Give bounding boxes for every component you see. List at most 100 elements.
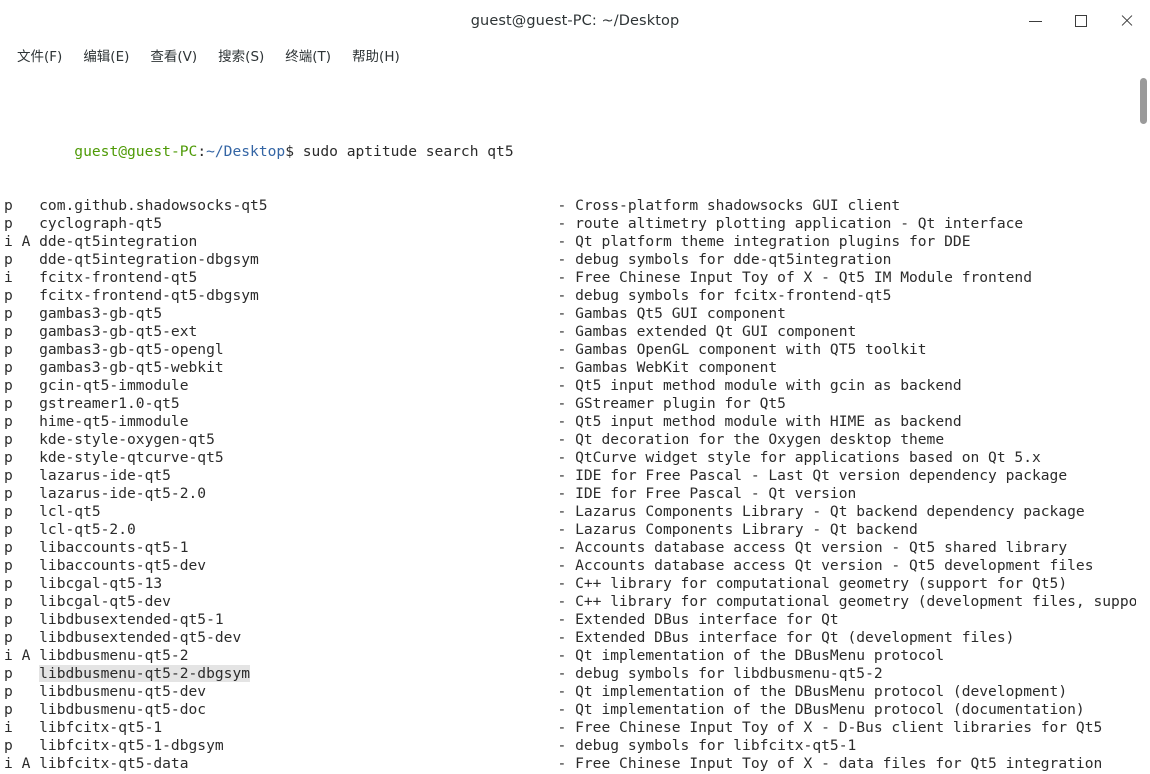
- package-row: p libcgal-qt5-dev - C++ library for comp…: [4, 593, 1150, 611]
- package-name-cell: p libdbusmenu-qt5-2-dbgsym: [4, 665, 558, 682]
- package-row: p gambas3-gb-qt5 - Gambas Qt5 GUI compon…: [4, 305, 1150, 323]
- package-name-cell: p libcgal-qt5-dev: [4, 593, 558, 610]
- package-row: p lcl-qt5 - Lazarus Components Library -…: [4, 503, 1150, 521]
- package-description-cell: - Lazarus Components Library - Qt backen…: [557, 503, 1085, 520]
- package-row: i A dde-qt5integration - Qt platform the…: [4, 233, 1150, 251]
- package-description-cell: - Free Chinese Input Toy of X - D-Bus cl…: [557, 719, 1103, 736]
- package-name-cell: i A dde-qt5integration: [4, 233, 558, 250]
- terminal-output[interactable]: guest@guest-PC:~/Desktop$ sudo aptitude …: [0, 68, 1150, 774]
- package-name-cell: p lazarus-ide-qt5-2.0: [4, 485, 558, 502]
- package-row: p libaccounts-qt5-1 - Accounts database …: [4, 539, 1150, 557]
- package-description-cell: - Extended DBus interface for Qt (develo…: [557, 629, 1015, 646]
- package-description-cell: - Gambas Qt5 GUI component: [557, 305, 786, 322]
- package-name-cell: p dde-qt5integration-dbgsym: [4, 251, 558, 268]
- package-description-cell: - Qt implementation of the DBusMenu prot…: [557, 683, 1068, 700]
- menu-item-edit[interactable]: 编辑(E): [74, 43, 138, 68]
- scrollbar-thumb[interactable]: [1140, 78, 1147, 124]
- package-name-cell: p libdbusextended-qt5-1: [4, 611, 558, 628]
- prompt-path: ~/Desktop: [206, 143, 286, 160]
- package-row: p lazarus-ide-qt5-2.0 - IDE for Free Pas…: [4, 485, 1150, 503]
- terminal-area[interactable]: guest@guest-PC:~/Desktop$ sudo aptitude …: [0, 68, 1150, 774]
- package-name-cell: p fcitx-frontend-qt5-dbgsym: [4, 287, 558, 304]
- package-row: p kde-style-qtcurve-qt5 - QtCurve widget…: [4, 449, 1150, 467]
- package-description-cell: - Gambas WebKit component: [557, 359, 778, 376]
- package-description-cell: - QtCurve widget style for applications …: [557, 449, 1041, 466]
- package-name-cell: p gambas3-gb-qt5-opengl: [4, 341, 558, 358]
- package-row: p libdbusmenu-qt5-2-dbgsym - debug symbo…: [4, 665, 1150, 683]
- package-row: p lazarus-ide-qt5 - IDE for Free Pascal …: [4, 467, 1150, 485]
- package-name-cell: p libfcitx-qt5-1-dbgsym: [4, 737, 558, 754]
- maximize-button[interactable]: [1058, 0, 1104, 42]
- package-description-cell: - Qt5 input method module with gcin as b…: [557, 377, 962, 394]
- package-row: p libdbusmenu-qt5-dev - Qt implementatio…: [4, 683, 1150, 701]
- package-name-cell: p libcgal-qt5-13: [4, 575, 558, 592]
- package-row: p gcin-qt5-immodule - Qt5 input method m…: [4, 377, 1150, 395]
- package-name-cell: p gcin-qt5-immodule: [4, 377, 558, 394]
- package-row: i fcitx-frontend-qt5 - Free Chinese Inpu…: [4, 269, 1150, 287]
- package-row: p libdbusextended-qt5-1 - Extended DBus …: [4, 611, 1150, 629]
- package-row: p com.github.shadowsocks-qt5 - Cross-pla…: [4, 197, 1150, 215]
- package-description-cell: - Qt5 input method module with HIME as b…: [557, 413, 962, 430]
- menu-item-terminal[interactable]: 终端(T): [276, 43, 340, 68]
- package-name-cell: p gambas3-gb-qt5: [4, 305, 558, 322]
- package-description-cell: - IDE for Free Pascal - Qt version: [557, 485, 857, 502]
- minimize-button[interactable]: [1012, 0, 1058, 42]
- minimize-icon: [1028, 20, 1042, 22]
- package-description-cell: - Cross-platform shadowsocks GUI client: [557, 197, 901, 214]
- package-row: p lcl-qt5-2.0 - Lazarus Components Libra…: [4, 521, 1150, 539]
- package-description-cell: - Accounts database access Qt version - …: [557, 539, 1068, 556]
- package-description-cell: - debug symbols for fcitx-frontend-qt5: [557, 287, 892, 304]
- package-row-prefix: p: [4, 665, 40, 682]
- package-name-cell: i A libfcitx-qt5-data: [4, 755, 558, 772]
- package-description-cell: - Free Chinese Input Toy of X - Qt5 IM M…: [557, 269, 1032, 286]
- package-name-cell: p kde-style-oxygen-qt5: [4, 431, 558, 448]
- package-name-cell: p gambas3-gb-qt5-webkit: [4, 359, 558, 376]
- terminal-window: guest@guest-PC: ~/Desktop 文件(F) 编辑(E) 查看…: [0, 0, 1150, 774]
- menu-item-view[interactable]: 查看(V): [141, 43, 206, 68]
- package-row: p fcitx-frontend-qt5-dbgsym - debug symb…: [4, 287, 1150, 305]
- package-description-cell: - Lazarus Components Library - Qt backen…: [557, 521, 918, 538]
- close-button[interactable]: [1104, 0, 1150, 42]
- terminal-scrollbar[interactable]: [1136, 68, 1150, 774]
- package-row: p libdbusextended-qt5-dev - Extended DBu…: [4, 629, 1150, 647]
- package-row: p libaccounts-qt5-dev - Accounts databas…: [4, 557, 1150, 575]
- prompt-line: guest@guest-PC:~/Desktop$ sudo aptitude …: [4, 125, 1150, 160]
- package-description-cell: - Qt platform theme integration plugins …: [557, 233, 971, 250]
- package-row: p libfcitx-qt5-1-dbgsym - debug symbols …: [4, 737, 1150, 755]
- package-row: p gambas3-gb-qt5-webkit - Gambas WebKit …: [4, 359, 1150, 377]
- menu-item-file[interactable]: 文件(F): [8, 43, 71, 68]
- package-description-cell: - Extended DBus interface for Qt: [557, 611, 839, 628]
- package-description-cell: - IDE for Free Pascal - Last Qt version …: [557, 467, 1068, 484]
- menu-item-help[interactable]: 帮助(H): [343, 43, 409, 68]
- package-row: i A libfcitx-qt5-data - Free Chinese Inp…: [4, 755, 1150, 773]
- package-row: p dde-qt5integration-dbgsym - debug symb…: [4, 251, 1150, 269]
- window-title: guest@guest-PC: ~/Desktop: [470, 13, 680, 29]
- package-row: p libcgal-qt5-13 - C++ library for compu…: [4, 575, 1150, 593]
- package-description-cell: - C++ library for computational geometry…: [557, 575, 1068, 592]
- package-name-cell: p gstreamer1.0-qt5: [4, 395, 558, 412]
- package-row: i A libdbusmenu-qt5-2 - Qt implementatio…: [4, 647, 1150, 665]
- menu-item-search[interactable]: 搜索(S): [209, 43, 273, 68]
- prompt-separator: :: [197, 143, 207, 160]
- prompt-user-host: guest@guest-PC: [74, 143, 198, 160]
- window-controls: [1012, 0, 1150, 42]
- package-description-cell: - debug symbols for libfcitx-qt5-1: [557, 737, 857, 754]
- package-row: p cyclograph-qt5 - route altimetry plott…: [4, 215, 1150, 233]
- package-row: p gambas3-gb-qt5-opengl - Gambas OpenGL …: [4, 341, 1150, 359]
- selected-package-name: libdbusmenu-qt5-2-dbgsym: [39, 665, 251, 682]
- package-row: p gstreamer1.0-qt5 - GStreamer plugin fo…: [4, 395, 1150, 413]
- package-row-padding: [250, 665, 558, 682]
- package-description-cell: - route altimetry plotting application -…: [557, 215, 1024, 232]
- package-name-cell: p kde-style-qtcurve-qt5: [4, 449, 558, 466]
- package-name-cell: p lcl-qt5-2.0: [4, 521, 558, 538]
- package-description-cell: - Qt implementation of the DBusMenu prot…: [557, 701, 1085, 718]
- package-name-cell: p hime-qt5-immodule: [4, 413, 558, 430]
- package-name-cell: p libdbusmenu-qt5-dev: [4, 683, 558, 700]
- package-description-cell: - Qt decoration for the Oxygen desktop t…: [557, 431, 945, 448]
- package-name-cell: p lcl-qt5: [4, 503, 558, 520]
- package-description-cell: - GStreamer plugin for Qt5: [557, 395, 786, 412]
- package-description-cell: - Qt implementation of the DBusMenu prot…: [557, 647, 945, 664]
- package-row: p gambas3-gb-qt5-ext - Gambas extended Q…: [4, 323, 1150, 341]
- package-row: i libfcitx-qt5-1 - Free Chinese Input To…: [4, 719, 1150, 737]
- package-name-cell: p libdbusmenu-qt5-doc: [4, 701, 558, 718]
